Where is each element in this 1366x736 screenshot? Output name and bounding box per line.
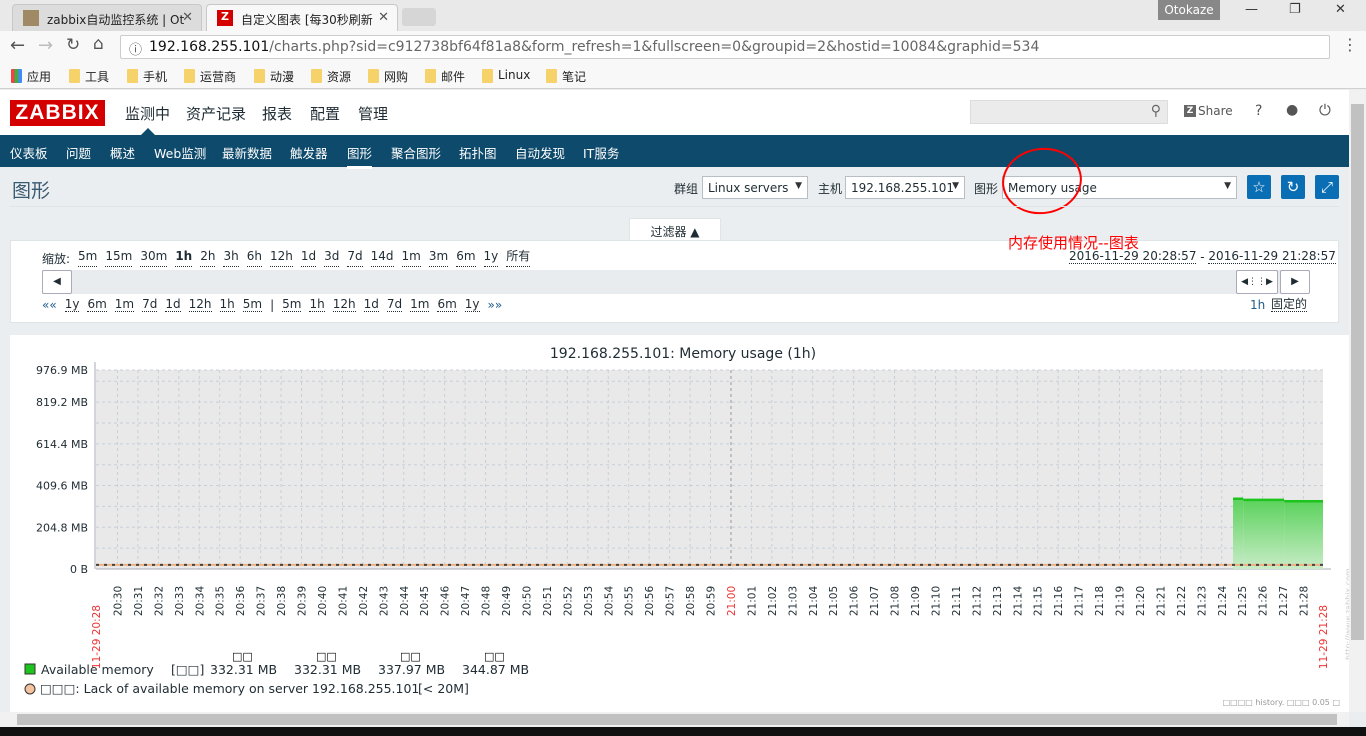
graph-footer-note: □□□□ history. □□□ 0.05 □ [1223,698,1340,707]
x-tick-label: 20:30 [112,586,124,616]
x-tick-label: 20:47 [460,586,472,616]
plot-area [96,370,1323,569]
x-tick-label: 21:05 [828,586,840,616]
x-tick-label: 20:46 [440,586,452,617]
x-tick-label: 21:28 [1299,586,1311,616]
memory-usage-graph[interactable]: 192.168.255.101: Memory usage (1h) 976.9 … [0,0,1349,712]
x-tick-label: 20:36 [235,586,247,617]
legend-min: 332.31 MB [294,662,361,677]
horizontal-scrollbar[interactable] [0,712,1349,727]
vertical-scroll-thumb[interactable] [1351,104,1364,640]
x-tick-label: 21:01 [746,586,758,616]
x-tick-label: 20:57 [665,586,677,616]
y-tick-label: 204.8 MB [36,521,88,534]
x-tick-label: 21:16 [1053,586,1065,617]
x-tick-label: 20:58 [685,586,697,616]
graph-title: 192.168.255.101: Memory usage (1h) [550,346,816,362]
x-tick-label: 20:37 [256,586,268,616]
x-tick-label: 20:32 [153,586,165,616]
area-segment [1284,501,1323,569]
x-tick-label: 21:22 [1176,586,1188,616]
y-tick-label: 0 B [70,563,88,576]
x-tick-label: 21:26 [1258,586,1270,617]
area-segment [1233,498,1244,569]
legend-trigger-swatch [24,683,36,695]
x-tick-label: 20:59 [706,586,718,616]
x-tick-label: 20:34 [194,586,206,617]
x-tick-label: 21:07 [869,586,881,616]
legend-trigger-cond: [< 20M] [418,681,469,696]
legend-max: 344.87 MB [462,662,529,677]
x-tick-label: 20:45 [419,586,431,616]
x-tick-label: 21:15 [1033,586,1045,616]
x-tick-label: 21:11 [951,586,963,616]
x-tick-label: 21:20 [1135,586,1147,616]
x-tick-label: 21:27 [1278,586,1290,616]
x-tick-label: 21:23 [1196,586,1208,616]
x-tick-label: 20:35 [215,586,227,616]
x-tick-label: 21:03 [787,586,799,616]
x-tick-label: 21:10 [930,586,942,616]
x-tick-label: 21:09 [910,586,922,616]
area-segment [1243,499,1285,569]
x-tick-label: 21:08 [890,586,902,616]
x-tick-label: 21:06 [849,586,861,617]
taskbar [0,727,1366,736]
x-tick-label: 20:33 [174,586,186,616]
x-end-label: 11-29 21:28 [1318,605,1330,669]
x-tick-label: 21:19 [1115,586,1127,616]
x-tick-label: 21:21 [1155,586,1167,616]
legend-last: 332.31 MB [210,662,277,677]
x-tick-label: 21:14 [1012,586,1024,617]
horizontal-scroll-thumb[interactable] [17,714,1337,725]
x-tick-label: 20:55 [624,586,636,616]
y-tick-label: 976.9 MB [36,364,88,377]
x-tick-label: 20:42 [358,586,370,616]
x-tick-label: 20:54 [603,586,615,617]
x-tick-label: 20:39 [297,586,309,616]
x-tick-label: 21:24 [1217,586,1229,617]
y-tick-label: 409.6 MB [36,480,88,493]
x-tick-label: 20:53 [583,586,595,616]
legend-item: Available memory [41,662,154,677]
x-tick-label: 20:41 [337,586,349,616]
x-tick-label: 21:13 [992,586,1004,616]
y-tick-label: 614.4 MB [36,438,88,451]
legend-func: [□□] [171,662,204,677]
x-tick-label: 20:40 [317,586,329,616]
x-tick-label: 21:17 [1074,586,1086,616]
x-tick-label: 21:02 [767,586,779,616]
x-tick-label: 20:52 [562,586,574,616]
x-tick-label: 21:25 [1237,586,1249,616]
x-tick-label: 20:51 [542,586,554,616]
x-tick-label: 20:50 [521,586,533,616]
x-tick-label: 20:38 [276,586,288,616]
x-tick-label: 21:00 [726,586,738,616]
y-tick-label: 819.2 MB [36,396,88,409]
x-tick-label: 21:04 [808,586,820,617]
x-tick-label: 20:48 [481,586,493,616]
legend-trigger: □□□: Lack of available memory on server … [40,681,419,696]
x-tick-label: 20:31 [133,586,145,616]
x-tick-label: 21:18 [1094,586,1106,616]
x-tick-label: 21:12 [971,586,983,616]
legend-swatch-available [24,663,36,675]
x-tick-label: 20:56 [644,586,656,617]
x-tick-label: 20:43 [378,586,390,616]
legend-avg: 337.97 MB [378,662,445,677]
x-start-label: 11-29 20:28 [91,605,103,669]
x-tick-label: 20:49 [501,586,513,616]
x-tick-label: 20:44 [399,586,411,617]
